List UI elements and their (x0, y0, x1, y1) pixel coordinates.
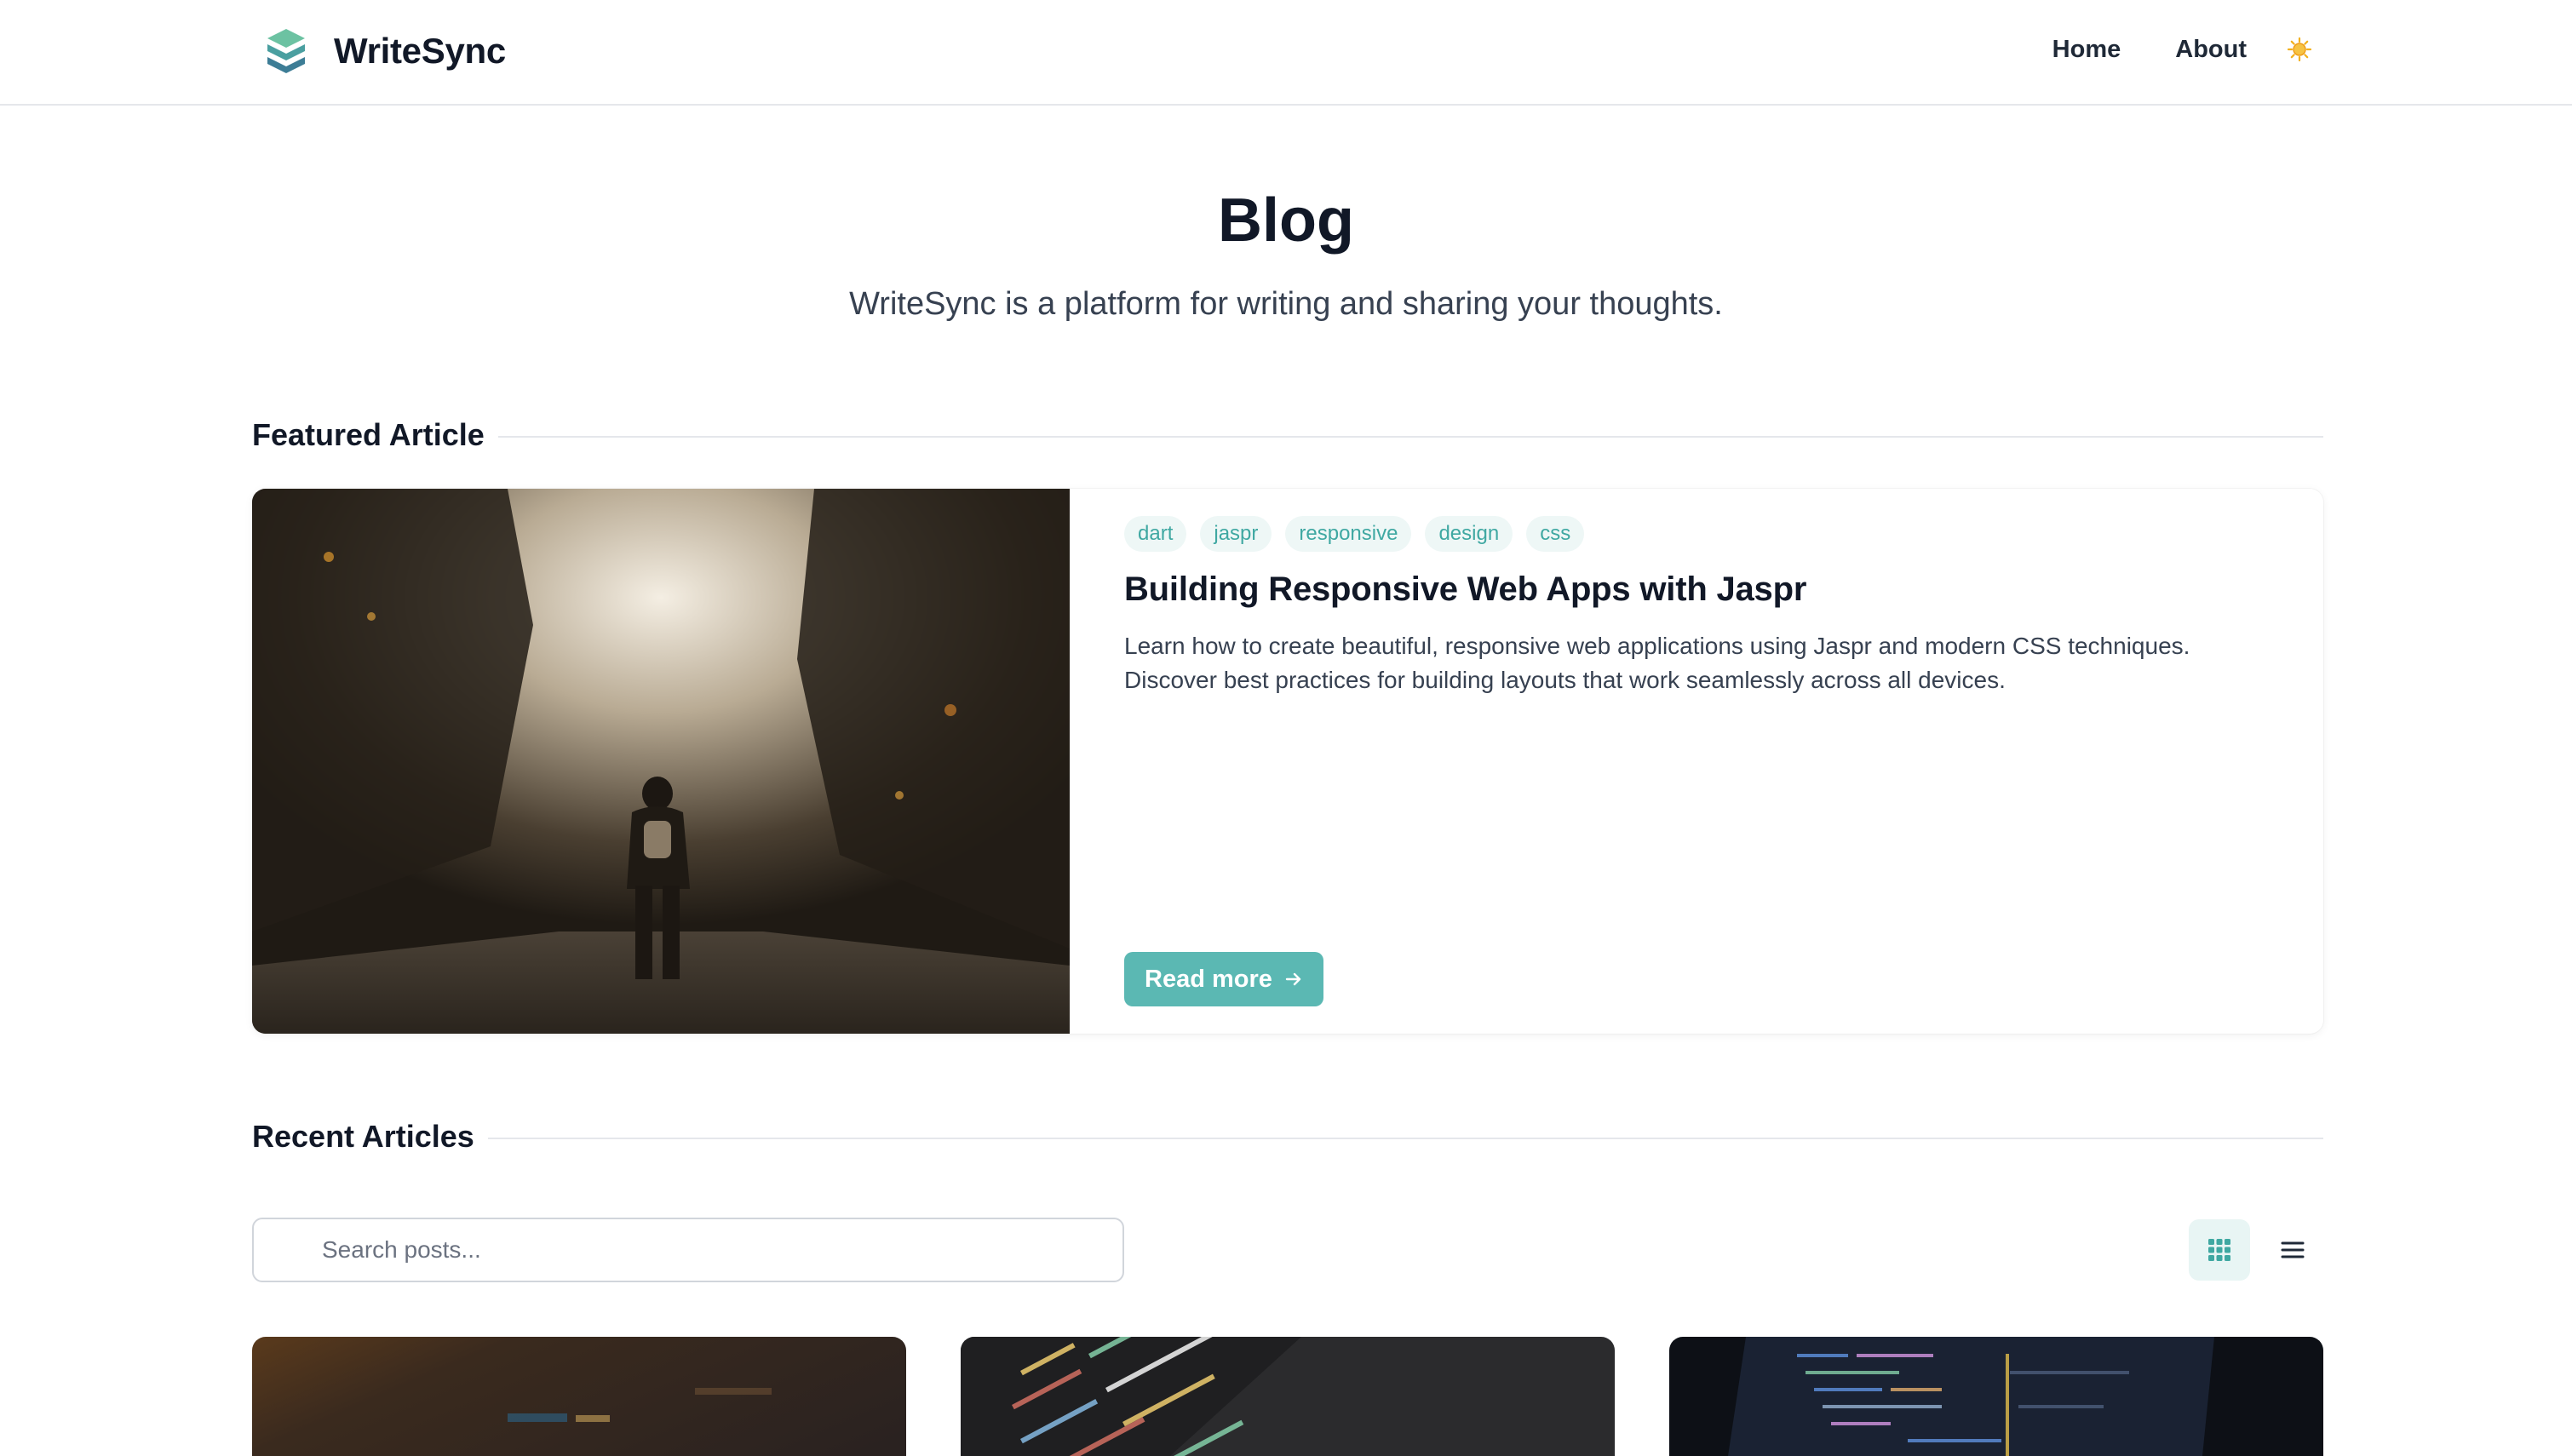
tag-chip[interactable]: jaspr (1200, 516, 1272, 552)
article-card[interactable] (961, 1337, 1615, 1456)
page-subtitle: WriteSync is a platform for writing and … (849, 286, 1723, 322)
search-icon (283, 1240, 306, 1263)
article-card-image (1669, 1337, 2323, 1456)
featured-section-title: Featured Article (252, 417, 485, 452)
tag-chip[interactable]: dart (1124, 516, 1187, 552)
featured-article-excerpt: Learn how to create beautiful, responsiv… (1124, 633, 2190, 693)
main-nav: Home About (2052, 32, 2317, 66)
featured-article-image (252, 489, 1070, 1034)
article-card-image (252, 1337, 906, 1456)
section-divider (497, 436, 2323, 438)
list-view-button[interactable] (2262, 1219, 2323, 1281)
logo-icon (267, 29, 305, 73)
featured-article-card[interactable]: dart jaspr responsive design css Buildin… (252, 489, 2323, 1034)
tag-list: dart jaspr responsive design css (1124, 516, 2272, 552)
search-box (252, 1218, 1124, 1282)
article-card-image (961, 1337, 1615, 1456)
featured-article-body: dart jaspr responsive design css Buildin… (1124, 516, 2272, 1006)
tag-chip[interactable]: design (1425, 516, 1513, 552)
search-input[interactable] (322, 1219, 1105, 1281)
brand-name: WriteSync (334, 31, 506, 71)
list-view-icon (2281, 1241, 2305, 1258)
nav-about-link[interactable]: About (2175, 36, 2247, 64)
read-more-button[interactable]: Read more (1124, 952, 1323, 1006)
article-card[interactable] (252, 1337, 906, 1456)
recent-section-header: Recent Articles (252, 1119, 2323, 1155)
tag-chip[interactable]: css (1526, 516, 1585, 552)
arrow-right-icon (1285, 972, 1301, 986)
theme-toggle-button[interactable] (2282, 32, 2317, 66)
read-more-label: Read more (1145, 965, 1272, 993)
recent-section-title: Recent Articles (252, 1119, 474, 1154)
brand-link[interactable]: WriteSync (264, 26, 506, 77)
section-divider (487, 1138, 2323, 1139)
article-card[interactable] (1669, 1337, 2323, 1456)
grid-view-button[interactable] (2189, 1219, 2250, 1281)
grid-view-icon (2208, 1239, 2230, 1261)
featured-section-header: Featured Article (252, 417, 2323, 453)
nav-home-link[interactable]: Home (2052, 36, 2121, 64)
sun-icon (2287, 37, 2312, 62)
page-title: Blog (1218, 186, 1354, 255)
featured-article-title[interactable]: Building Responsive Web Apps with Jaspr (1124, 570, 2272, 609)
tag-chip[interactable]: responsive (1285, 516, 1412, 552)
top-navbar: WriteSync Home About (0, 0, 2572, 106)
